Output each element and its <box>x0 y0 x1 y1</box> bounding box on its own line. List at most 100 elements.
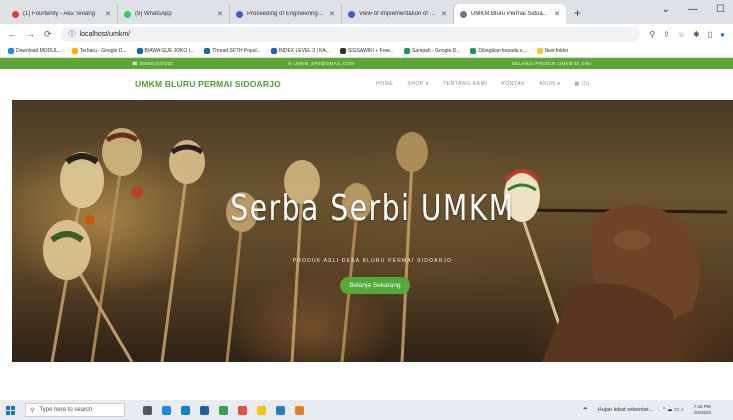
bookmark-icon <box>204 47 211 54</box>
search-icon: ⚲ <box>30 407 35 414</box>
new-tab-button[interactable]: + <box>574 6 581 20</box>
close-icon[interactable]: ✕ <box>217 10 223 18</box>
email-address: ✉ UMKM_BP5@GMAIL.COM <box>288 60 355 66</box>
windows-start-icon[interactable] <box>6 405 15 415</box>
back-icon[interactable]: ← <box>8 29 17 39</box>
bookmark-item[interactable]: Download MODUL... <box>8 47 62 54</box>
site-topbar: ☎ 085604437102 ✉ UMKM_BP5@GMAIL.COM BELA… <box>0 58 733 69</box>
bookmark-icon <box>270 47 277 54</box>
browser-tab-active[interactable]: UMKM Bluru Permai Sidoarjo | V ✕ <box>454 4 566 24</box>
promo-text: BELANJA PRODUK UMKM DI SINI <box>512 61 592 66</box>
tab-title: (1) Fourtwnty - Aku Tenang <box>23 11 95 17</box>
edge-icon[interactable] <box>181 405 190 415</box>
profile-icon[interactable]: ● <box>720 30 725 39</box>
bookmark-label: SIGSAWIKI + Free... <box>347 47 395 54</box>
os-taskbar: ⚲ Type here to search ☂ Hujan lebat sebe… <box>0 400 733 420</box>
site-navbar: UMKM BLURU PERMAI SIDOARJO HOME SHOP ▾ T… <box>0 69 733 100</box>
bookmark-icon <box>339 47 346 54</box>
files-icon[interactable] <box>257 405 266 415</box>
bookmark-label: INDEX LEVEL 3 | KA... <box>278 47 330 54</box>
drive-icon <box>470 47 477 54</box>
extensions-icon[interactable]: ✱ <box>693 30 700 39</box>
document-icon <box>236 10 243 18</box>
hero-banner: Serba Serbi UMKM PRODUK ASLI DESA BLURU … <box>12 100 733 362</box>
zoom-icon[interactable]: ⚲ <box>649 30 655 39</box>
tray-icons[interactable]: ^ ☁ ▭ ♪ <box>663 407 684 413</box>
shop-now-button[interactable]: Belanja Sekarang <box>340 277 410 294</box>
store-icon[interactable] <box>200 405 209 415</box>
clock[interactable]: 7:16 PM 2/4/2023 <box>693 404 711 416</box>
drive-icon <box>404 47 411 54</box>
star-icon[interactable]: ☆ <box>678 30 685 39</box>
maximize-icon[interactable]: ☐ <box>716 4 725 15</box>
globe-icon <box>460 10 467 18</box>
browser-tab[interactable]: (1) Fourtwnty - Aku Tenang ✕ <box>6 4 118 24</box>
bookmark-label: Sampah - Google D... <box>412 47 461 54</box>
bookmark-item[interactable]: New folder <box>536 47 569 54</box>
browser-actions: ⚲ ⇪ ☆ ✱ ▯ ● <box>649 30 725 39</box>
bookmark-item[interactable]: Thread SFTH Popul... <box>204 47 261 54</box>
chevron-down-icon[interactable]: ⌄ <box>662 4 670 15</box>
bookmark-icon <box>8 47 14 54</box>
cart-link[interactable]: ▦ (0) <box>575 81 590 87</box>
bookmark-item[interactable]: Dibagikan kepada s... <box>470 47 527 54</box>
menu-item-tentang-kami[interactable]: TENTANG KAMI <box>443 81 487 87</box>
site-logo[interactable]: UMKM BLURU PERMAI SIDOARJO <box>135 79 281 89</box>
whatsapp-icon <box>124 10 131 18</box>
browser-tab[interactable]: Proceeding of Engineering and Lif ✕ <box>230 4 342 24</box>
tab-title: (9) WhatsApp <box>135 11 172 17</box>
address-bar: ← → ⟳ ⓘ localhost/umkm/ ⚲ ⇪ ☆ ✱ ▯ ● <box>0 24 733 44</box>
info-icon: ⓘ <box>68 31 76 38</box>
tab-title: UMKM Bluru Permai Sidoarjo | V <box>471 11 551 17</box>
menu-item-akun[interactable]: AKUN ▾ <box>539 81 560 87</box>
bookmark-label: Terbaru - Google D... <box>79 47 127 54</box>
taskbar-apps <box>143 405 304 415</box>
menu-item-kontak[interactable]: KONTAK <box>501 81 525 87</box>
bookmarks-bar: Download MODUL... Terbaru - Google D... … <box>0 44 733 58</box>
close-icon[interactable]: ✕ <box>554 10 560 18</box>
reload-icon[interactable]: ⟳ <box>44 29 52 40</box>
bookmark-item[interactable]: Terbaru - Google D... <box>71 47 127 54</box>
close-icon[interactable]: ✕ <box>441 10 447 18</box>
share-icon[interactable]: ⇪ <box>663 30 670 39</box>
bookmark-item[interactable]: BIAWA GUE JOKO I... <box>136 47 195 54</box>
bookmark-item[interactable]: SIGSAWIKI + Free... <box>339 47 395 54</box>
minimize-icon[interactable]: — <box>688 4 698 15</box>
app-icon[interactable] <box>238 405 247 415</box>
forward-icon[interactable]: → <box>26 29 35 39</box>
weather-text[interactable]: Hujan lebat sebentar... <box>598 407 653 413</box>
bookmark-icon <box>71 47 78 54</box>
tab-title: View of Implementation of E-Gr <box>359 11 438 17</box>
sidebar-icon[interactable]: ▯ <box>708 30 712 39</box>
close-icon[interactable]: ✕ <box>329 10 335 18</box>
bookmark-item[interactable]: INDEX LEVEL 3 | KA... <box>270 47 330 54</box>
browser-tab[interactable]: (9) WhatsApp ✕ <box>118 4 230 24</box>
window-controls: ⌄ — ☐ <box>662 4 725 15</box>
system-tray: ☂ Hujan lebat sebentar... ^ ☁ ▭ ♪ 7:16 P… <box>583 404 711 416</box>
task-view-icon[interactable] <box>143 405 152 415</box>
browser-tab[interactable]: View of Implementation of E-Gr ✕ <box>342 4 454 24</box>
phone-number: ☎ 085604437102 <box>132 60 174 66</box>
weather-icon: ☂ <box>582 407 588 413</box>
bookmark-label: BIAWA GUE JOKO I... <box>144 47 195 54</box>
tab-title: Proceeding of Engineering and Lif <box>247 11 325 17</box>
browser-tab-strip: (1) Fourtwnty - Aku Tenang ✕ (9) WhatsApp… <box>0 0 733 24</box>
bookmark-label: Download MODUL... <box>16 47 62 54</box>
menu-item-home[interactable]: HOME <box>376 81 393 87</box>
bookmark-label: New folder <box>544 47 569 54</box>
vscode-icon[interactable] <box>162 405 171 415</box>
bookmark-item[interactable]: Sampah - Google D... <box>404 47 461 54</box>
clock-date: 2/4/2023 <box>693 410 711 415</box>
url-field[interactable]: ⓘ localhost/umkm/ <box>60 26 641 42</box>
document-icon <box>348 10 355 18</box>
mail-icon[interactable] <box>276 405 285 415</box>
hero-title: Serba Serbi UMKM <box>230 188 515 229</box>
xampp-icon[interactable] <box>295 405 304 415</box>
chrome-icon[interactable] <box>219 405 228 415</box>
main-menu: HOME SHOP ▾ TENTANG KAMI KONTAK AKUN ▾ ▦… <box>376 81 590 87</box>
taskbar-search-input[interactable]: ⚲ Type here to search <box>25 403 125 417</box>
url-text: localhost/umkm/ <box>79 30 131 38</box>
youtube-icon <box>12 10 19 18</box>
menu-item-shop[interactable]: SHOP ▾ <box>407 81 429 87</box>
close-icon[interactable]: ✕ <box>105 10 111 18</box>
